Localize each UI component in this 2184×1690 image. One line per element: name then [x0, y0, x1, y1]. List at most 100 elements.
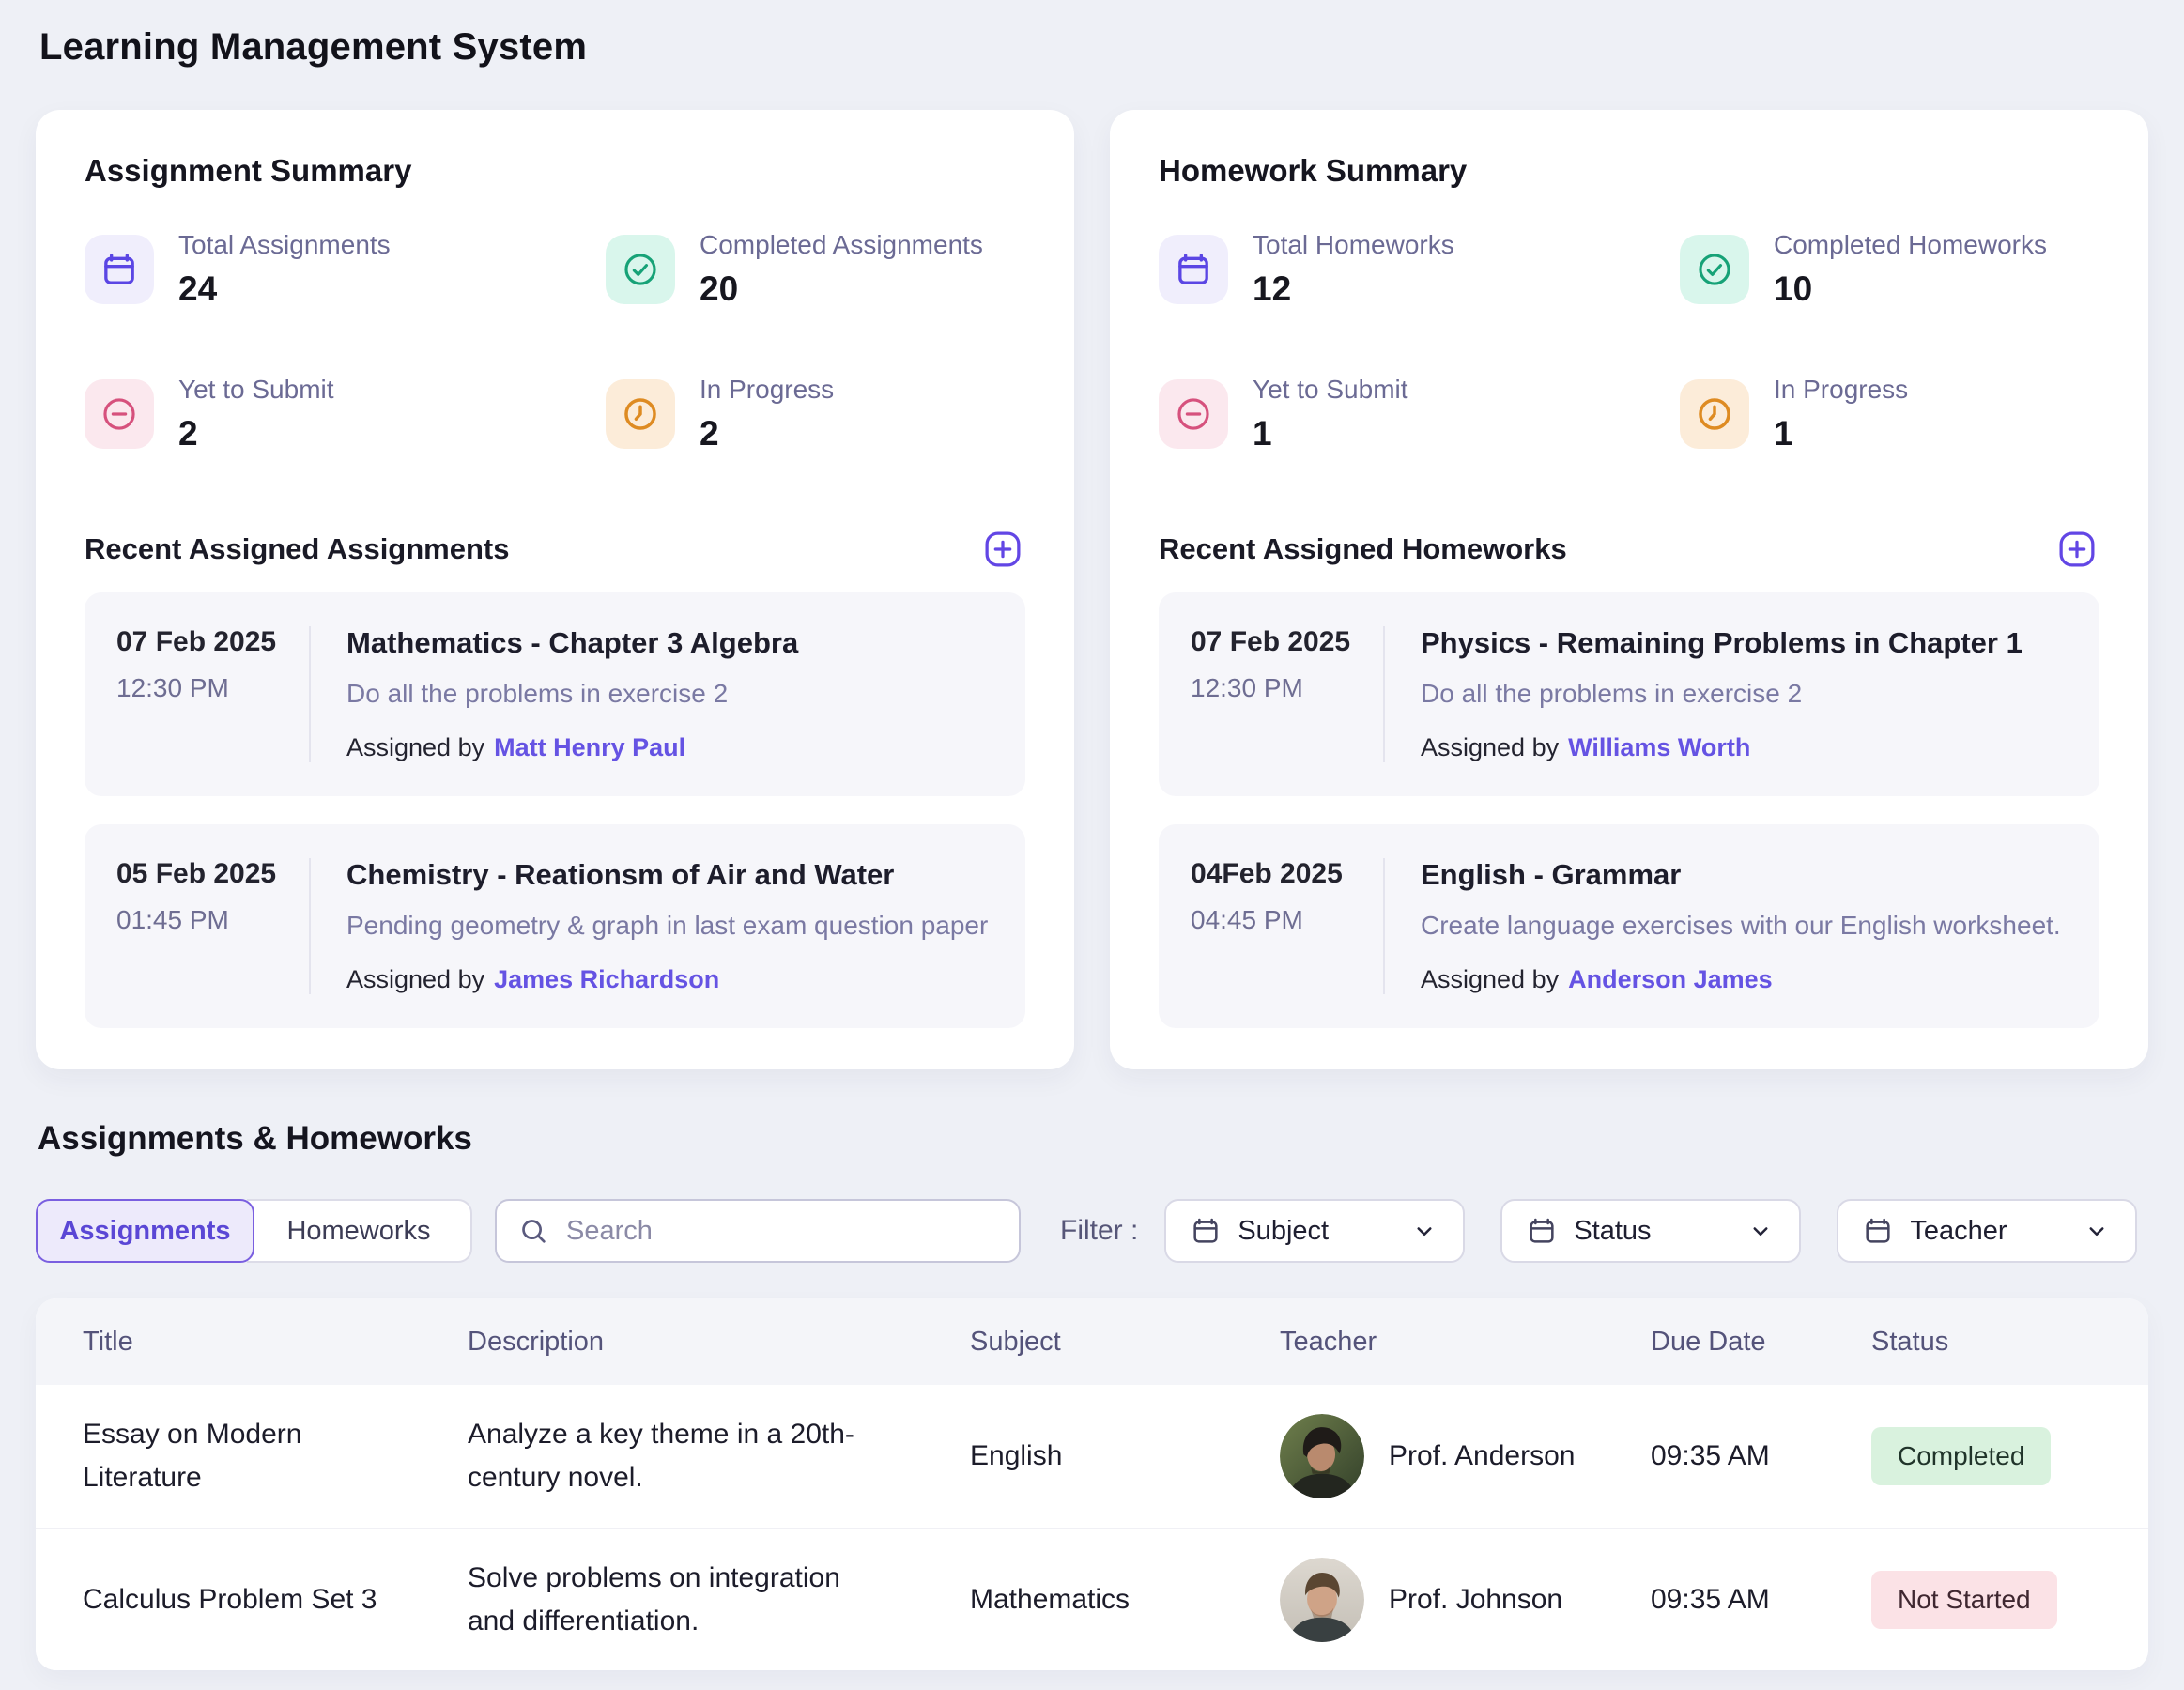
column-header-title: Title: [83, 1327, 468, 1358]
assigned-by-label: Assigned by: [346, 965, 484, 993]
stat-value: 24: [178, 269, 391, 309]
cell-title: Calculus Problem Set 3: [83, 1552, 392, 1649]
calendar-icon: [1159, 235, 1228, 304]
list-item[interactable]: 05 Feb 2025 01:45 PM Chemistry - Reation…: [85, 824, 1025, 1028]
search-input[interactable]: [566, 1216, 998, 1247]
search-box[interactable]: [495, 1199, 1021, 1263]
teacher-name: Prof. Johnson: [1389, 1584, 1562, 1616]
stat-completed-homeworks: Completed Homeworks 10: [1680, 230, 2099, 309]
chevron-down-icon: [2083, 1217, 2111, 1245]
add-assignment-button[interactable]: [980, 527, 1025, 572]
minus-circle-icon: [85, 379, 154, 449]
list-item[interactable]: 07 Feb 2025 12:30 PM Mathematics - Chapt…: [85, 592, 1025, 796]
cell-due-date: 09:35 AM: [1651, 1558, 1871, 1642]
status-badge: Completed: [1871, 1427, 2051, 1485]
cell-title: Essay on Modern Literature: [83, 1387, 392, 1527]
plus-square-icon: [981, 528, 1024, 571]
item-title: Physics - Remaining Problems in Chapter …: [1421, 626, 2068, 660]
list-item[interactable]: 07 Feb 2025 12:30 PM Physics - Remaining…: [1159, 592, 2099, 796]
cell-teacher: Prof. Anderson: [1280, 1388, 1651, 1525]
stat-total-homeworks: Total Homeworks 12: [1159, 230, 1680, 309]
stat-value: 20: [700, 269, 983, 309]
item-time: 04:45 PM: [1191, 905, 1383, 935]
assignment-summary-card: Assignment Summary Total Assignments 24: [36, 110, 1074, 1069]
assigned-by-name[interactable]: Anderson James: [1568, 965, 1773, 993]
item-description: Create language exercises with our Engli…: [1421, 911, 2068, 941]
assigned-by-label: Assigned by: [346, 733, 484, 761]
column-header-description: Description: [468, 1327, 970, 1358]
stat-total-assignments: Total Assignments 24: [85, 230, 606, 309]
cell-description: Analyze a key theme in a 20th-century no…: [468, 1387, 871, 1527]
item-title: English - Grammar: [1421, 858, 2068, 892]
recent-assignments-title: Recent Assigned Assignments: [85, 532, 509, 566]
item-description: Pending geometry & graph in last exam qu…: [346, 911, 993, 941]
chevron-down-icon: [1410, 1217, 1438, 1245]
list-controls: Assignments Homeworks Filter : Subject S…: [36, 1199, 2148, 1263]
calendar-icon: [1863, 1216, 1893, 1246]
clock-icon: [1680, 379, 1749, 449]
filter-teacher-label: Teacher: [1910, 1216, 2007, 1247]
cell-subject: Mathematics: [970, 1558, 1280, 1642]
stat-yet-to-submit-assignments: Yet to Submit 2: [85, 375, 606, 453]
cell-subject: English: [970, 1414, 1280, 1498]
filter-label: Filter :: [1060, 1215, 1138, 1247]
filter-status-dropdown[interactable]: Status: [1500, 1199, 1801, 1263]
tab-assignments[interactable]: Assignments: [36, 1199, 254, 1263]
stat-label: In Progress: [1774, 375, 1908, 405]
avatar: [1280, 1414, 1364, 1498]
filter-teacher-dropdown[interactable]: Teacher: [1837, 1199, 2137, 1263]
calendar-icon: [85, 235, 154, 304]
stat-value: 1: [1253, 414, 1408, 453]
assigned-by-label: Assigned by: [1421, 965, 1559, 993]
assigned-by-name[interactable]: Matt Henry Paul: [494, 733, 685, 761]
recent-homeworks-list: 07 Feb 2025 12:30 PM Physics - Remaining…: [1159, 592, 2099, 1028]
recent-assignments-list: 07 Feb 2025 12:30 PM Mathematics - Chapt…: [85, 592, 1025, 1028]
assignment-summary-title: Assignment Summary: [85, 153, 1025, 189]
stat-value: 1: [1774, 414, 1908, 453]
stat-value: 12: [1253, 269, 1454, 309]
chevron-down-icon: [1746, 1217, 1775, 1245]
page: Learning Management System Assignment Su…: [0, 0, 2184, 1670]
stat-yet-to-submit-homeworks: Yet to Submit 1: [1159, 375, 1680, 453]
assigned-by-name[interactable]: Williams Worth: [1568, 733, 1750, 761]
table-row[interactable]: Essay on Modern Literature Analyze a key…: [36, 1385, 2148, 1528]
item-time: 12:30 PM: [1191, 673, 1383, 703]
stat-in-progress-homeworks: In Progress 1: [1680, 375, 2099, 453]
table-row[interactable]: Calculus Problem Set 3 Solve problems on…: [36, 1528, 2148, 1670]
item-title: Chemistry - Reationsm of Air and Water: [346, 858, 993, 892]
recent-homeworks-title: Recent Assigned Homeworks: [1159, 532, 1567, 566]
tab-homeworks[interactable]: Homeworks: [247, 1199, 472, 1263]
column-header-subject: Subject: [970, 1327, 1280, 1358]
assignments-table: Title Description Subject Teacher Due Da…: [36, 1298, 2148, 1670]
stat-value: 2: [178, 414, 334, 453]
assigned-by-name[interactable]: James Richardson: [494, 965, 719, 993]
plus-square-icon: [2055, 528, 2099, 571]
item-time: 01:45 PM: [116, 905, 309, 935]
filter-subject-dropdown[interactable]: Subject: [1164, 1199, 1465, 1263]
calendar-icon: [1527, 1216, 1557, 1246]
list-item[interactable]: 04Feb 2025 04:45 PM English - Grammar Cr…: [1159, 824, 2099, 1028]
homework-summary-title: Homework Summary: [1159, 153, 2099, 189]
stat-label: Yet to Submit: [178, 375, 334, 405]
add-homework-button[interactable]: [2054, 527, 2099, 572]
minus-circle-icon: [1159, 379, 1228, 449]
avatar: [1280, 1558, 1364, 1642]
clock-icon: [606, 379, 675, 449]
page-title: Learning Management System: [39, 0, 2148, 69]
homework-stats: Total Homeworks 12 Completed Homeworks 1…: [1159, 230, 2099, 453]
filter-status-label: Status: [1574, 1216, 1651, 1247]
assignment-stats: Total Assignments 24 Completed Assignmen…: [85, 230, 1025, 453]
calendar-icon: [1191, 1216, 1221, 1246]
stat-label: Completed Homeworks: [1774, 230, 2047, 260]
assigned-by-label: Assigned by: [1421, 733, 1559, 761]
item-date: 05 Feb 2025: [116, 858, 309, 890]
filter-subject-label: Subject: [1238, 1216, 1329, 1247]
section-title: Assignments & Homeworks: [38, 1120, 2148, 1158]
column-header-teacher: Teacher: [1280, 1327, 1651, 1358]
column-header-due-date: Due Date: [1651, 1327, 1871, 1358]
stat-label: Total Homeworks: [1253, 230, 1454, 260]
item-date: 04Feb 2025: [1191, 858, 1383, 890]
search-icon: [517, 1215, 549, 1247]
check-circle-icon: [606, 235, 675, 304]
stat-in-progress-assignments: In Progress 2: [606, 375, 1025, 453]
